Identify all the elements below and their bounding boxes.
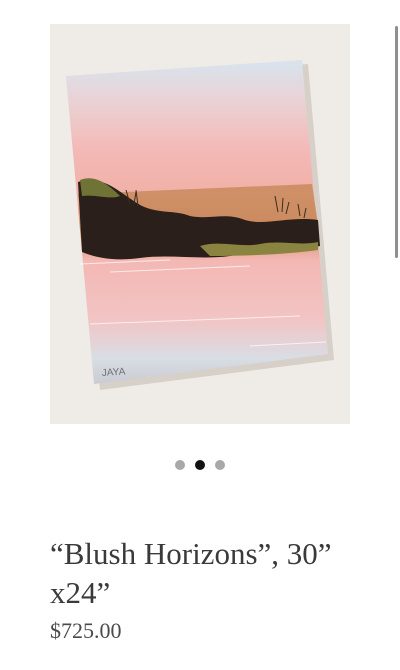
product-page: JAYA “Blush Horizons”, 30” x24” $725.00 — [0, 0, 400, 670]
carousel-dot-2[interactable] — [195, 460, 205, 470]
product-image[interactable]: JAYA — [50, 24, 350, 424]
carousel-pagination — [0, 460, 400, 470]
product-price: $725.00 — [50, 618, 122, 643]
scrollbar[interactable] — [395, 26, 398, 258]
carousel-dot-1[interactable] — [175, 460, 185, 470]
product-title: “Blush Horizons”, 30” x24” — [50, 536, 332, 610]
painting-artwork: JAYA — [66, 60, 334, 390]
carousel-dot-3[interactable] — [215, 460, 225, 470]
painting-signature: JAYA — [101, 366, 126, 379]
